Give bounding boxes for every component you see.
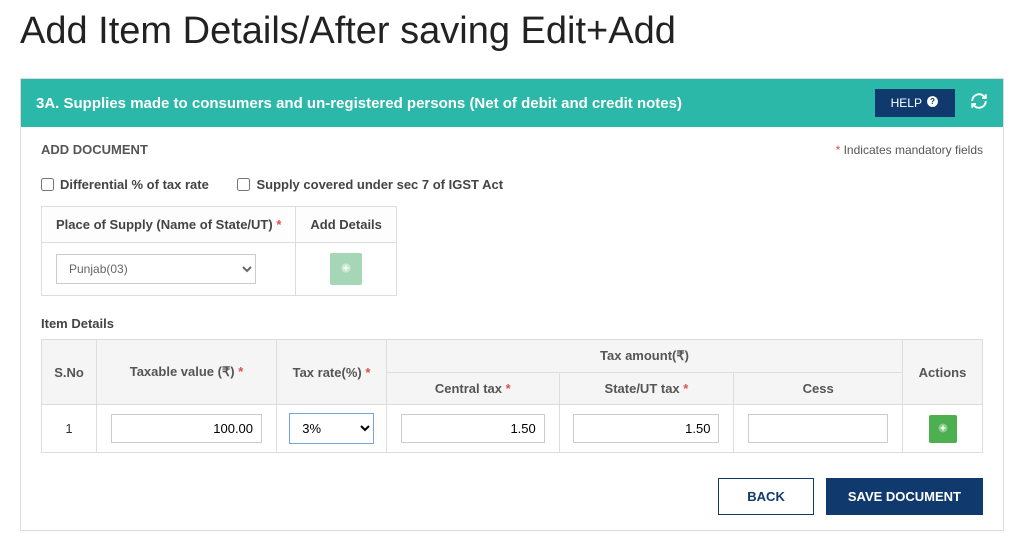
help-icon: ?	[926, 95, 939, 111]
save-document-button[interactable]: SAVE DOCUMENT	[826, 478, 983, 515]
pos-select[interactable]: Punjab(03)	[56, 254, 256, 284]
pos-table: Place of Supply (Name of State/UT) * Add…	[41, 206, 397, 296]
button-row: BACK SAVE DOCUMENT	[41, 478, 983, 515]
add-row-button[interactable]	[929, 415, 957, 443]
star-icon: *	[836, 143, 841, 157]
taxrate-select[interactable]: 3%	[289, 413, 374, 444]
plus-icon	[937, 421, 949, 437]
mandatory-text: Indicates mandatory fields	[844, 143, 983, 157]
col-cess: Cess	[734, 373, 903, 405]
checkbox-sec7-label: Supply covered under sec 7 of IGST Act	[256, 177, 503, 192]
taxable-input[interactable]	[111, 414, 262, 443]
plus-icon	[339, 261, 353, 278]
checkbox-differential-input[interactable]	[41, 178, 54, 191]
checkbox-differential-label: Differential % of tax rate	[60, 177, 209, 192]
section-container: 3A. Supplies made to consumers and un-re…	[20, 78, 1004, 531]
checkbox-sec7-input[interactable]	[237, 178, 250, 191]
back-button[interactable]: BACK	[718, 478, 814, 515]
col-actions: Actions	[903, 340, 983, 405]
refresh-icon[interactable]	[970, 92, 988, 115]
col-stateut: State/UT tax *	[559, 373, 734, 405]
section-header: 3A. Supplies made to consumers and un-re…	[21, 79, 1003, 127]
mandatory-note: * Indicates mandatory fields	[836, 143, 983, 157]
table-row: 1 3%	[42, 405, 983, 453]
add-details-header: Add Details	[296, 207, 397, 243]
central-tax-input[interactable]	[401, 414, 545, 443]
cess-input[interactable]	[748, 414, 888, 443]
item-table: S.No Taxable value (₹) * Tax rate(%) * T…	[41, 339, 983, 453]
add-document-label: ADD DOCUMENT	[41, 142, 148, 157]
page-title: Add Item Details/After saving Edit+Add	[20, 10, 1004, 53]
col-sno: S.No	[42, 340, 97, 405]
col-taxamount: Tax amount(₹)	[387, 340, 903, 373]
checkbox-differential[interactable]: Differential % of tax rate	[41, 177, 209, 192]
add-doc-row: ADD DOCUMENT * Indicates mandatory field…	[41, 142, 983, 157]
svg-text:?: ?	[930, 97, 935, 106]
section-header-text: 3A. Supplies made to consumers and un-re…	[36, 95, 682, 112]
row-sno: 1	[42, 405, 97, 453]
content-body: ADD DOCUMENT * Indicates mandatory field…	[21, 127, 1003, 530]
col-taxable: Taxable value (₹) *	[97, 340, 277, 405]
col-central: Central tax *	[387, 373, 560, 405]
help-label: HELP	[891, 96, 922, 110]
add-pos-button[interactable]	[330, 253, 362, 285]
checkbox-sec7[interactable]: Supply covered under sec 7 of IGST Act	[237, 177, 503, 192]
help-button[interactable]: HELP ?	[875, 89, 955, 117]
checkbox-row: Differential % of tax rate Supply covere…	[41, 177, 983, 194]
state-tax-input[interactable]	[573, 414, 719, 443]
item-details-label: Item Details	[41, 316, 983, 331]
col-taxrate: Tax rate(%) *	[277, 340, 387, 405]
pos-header: Place of Supply (Name of State/UT) *	[42, 207, 296, 243]
